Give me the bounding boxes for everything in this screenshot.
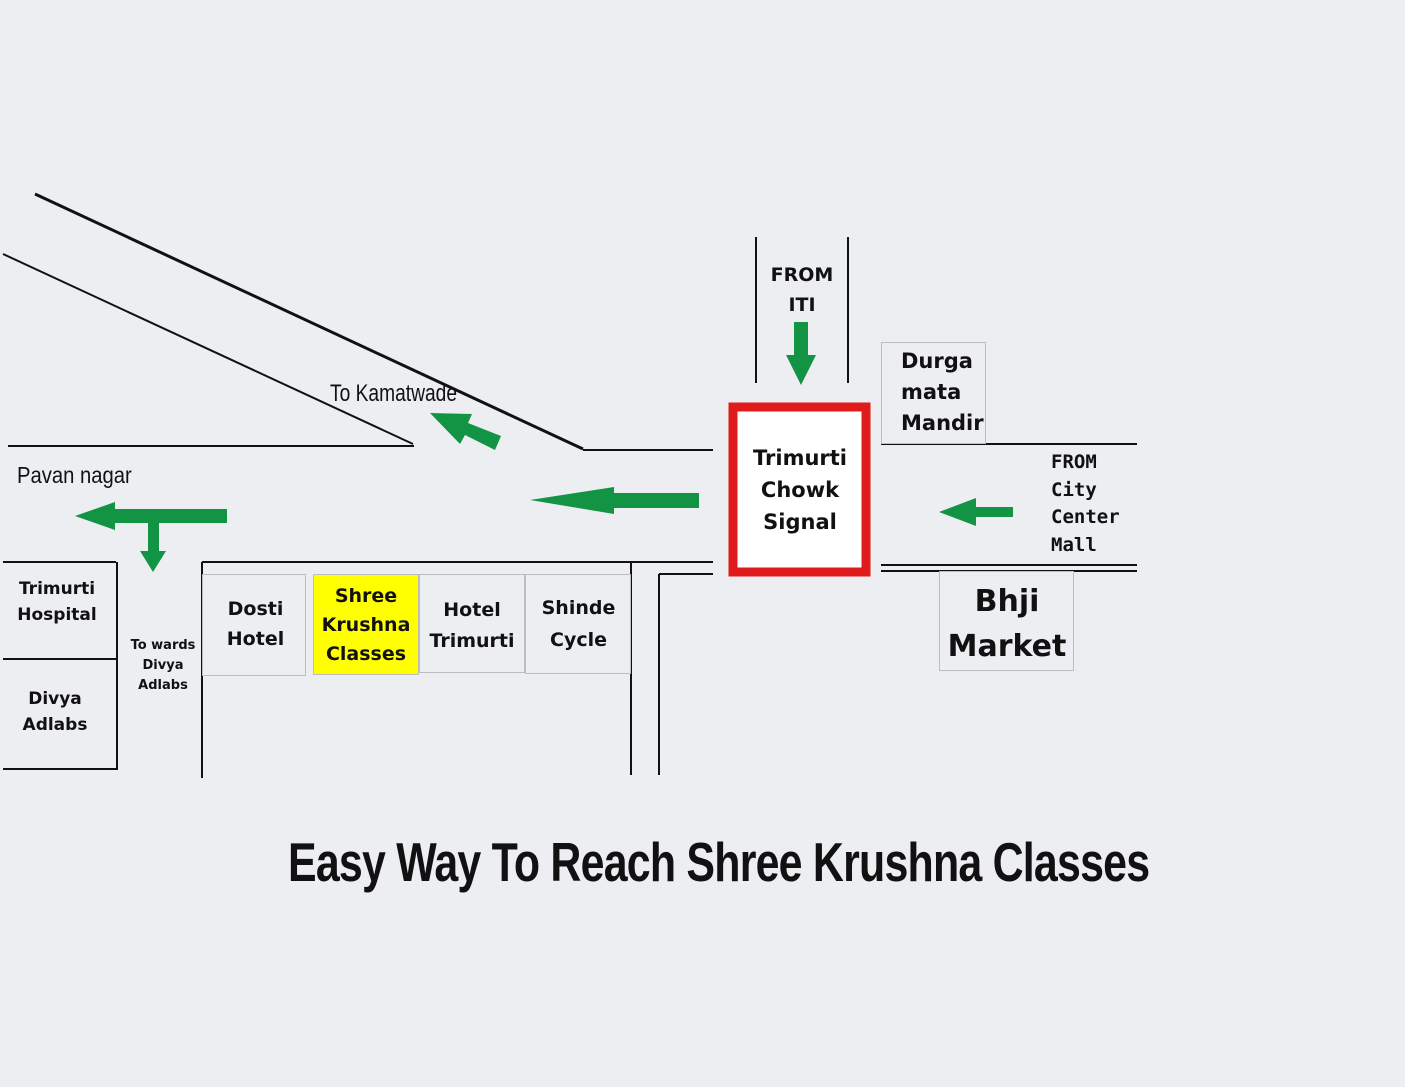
- shree-krushna-label: Shree Krushna Classes: [321, 585, 411, 665]
- to-kamatwade-label: To Kamatwade: [330, 380, 458, 407]
- signal-label: Trimurti Chowk Signal: [753, 446, 847, 534]
- bhji-market-label: Bhji Market: [947, 584, 1067, 664]
- from-iti-label: FROM ITI: [770, 264, 834, 316]
- dosti-hotel-label: Dosti Hotel: [226, 598, 285, 650]
- shinde-cycle-label: Shinde Cycle: [541, 597, 616, 651]
- arrow-from-city-center: [939, 498, 1013, 526]
- arrow-from-iti: [786, 322, 816, 385]
- hotel-trimurti-label: Hotel Trimurti: [429, 599, 515, 652]
- arrow-to-kamatwade: [430, 413, 501, 450]
- trimurti-hospital-label: Trimurti Hospital: [17, 579, 97, 625]
- road-kamatwade-lower: [2, 253, 414, 445]
- road-kamatwade-upper: [34, 192, 584, 451]
- pavan-nagar-label: Pavan nagar: [17, 462, 132, 488]
- route-map-canvas: [2, 192, 1137, 778]
- map-title: Easy Way To Reach Shree Krushna Classes: [288, 831, 1150, 893]
- durga-mandir-label: Durga mata Mandir: [901, 349, 984, 435]
- arrow-main-westbound: [530, 487, 699, 514]
- arrow-towards-divya: [140, 516, 166, 572]
- towards-divya-label: To wards Divya Adlabs: [130, 638, 196, 693]
- from-city-center-label: FROM City Center Mall: [1051, 451, 1120, 556]
- divya-adlabs-label: Divya Adlabs: [22, 689, 88, 735]
